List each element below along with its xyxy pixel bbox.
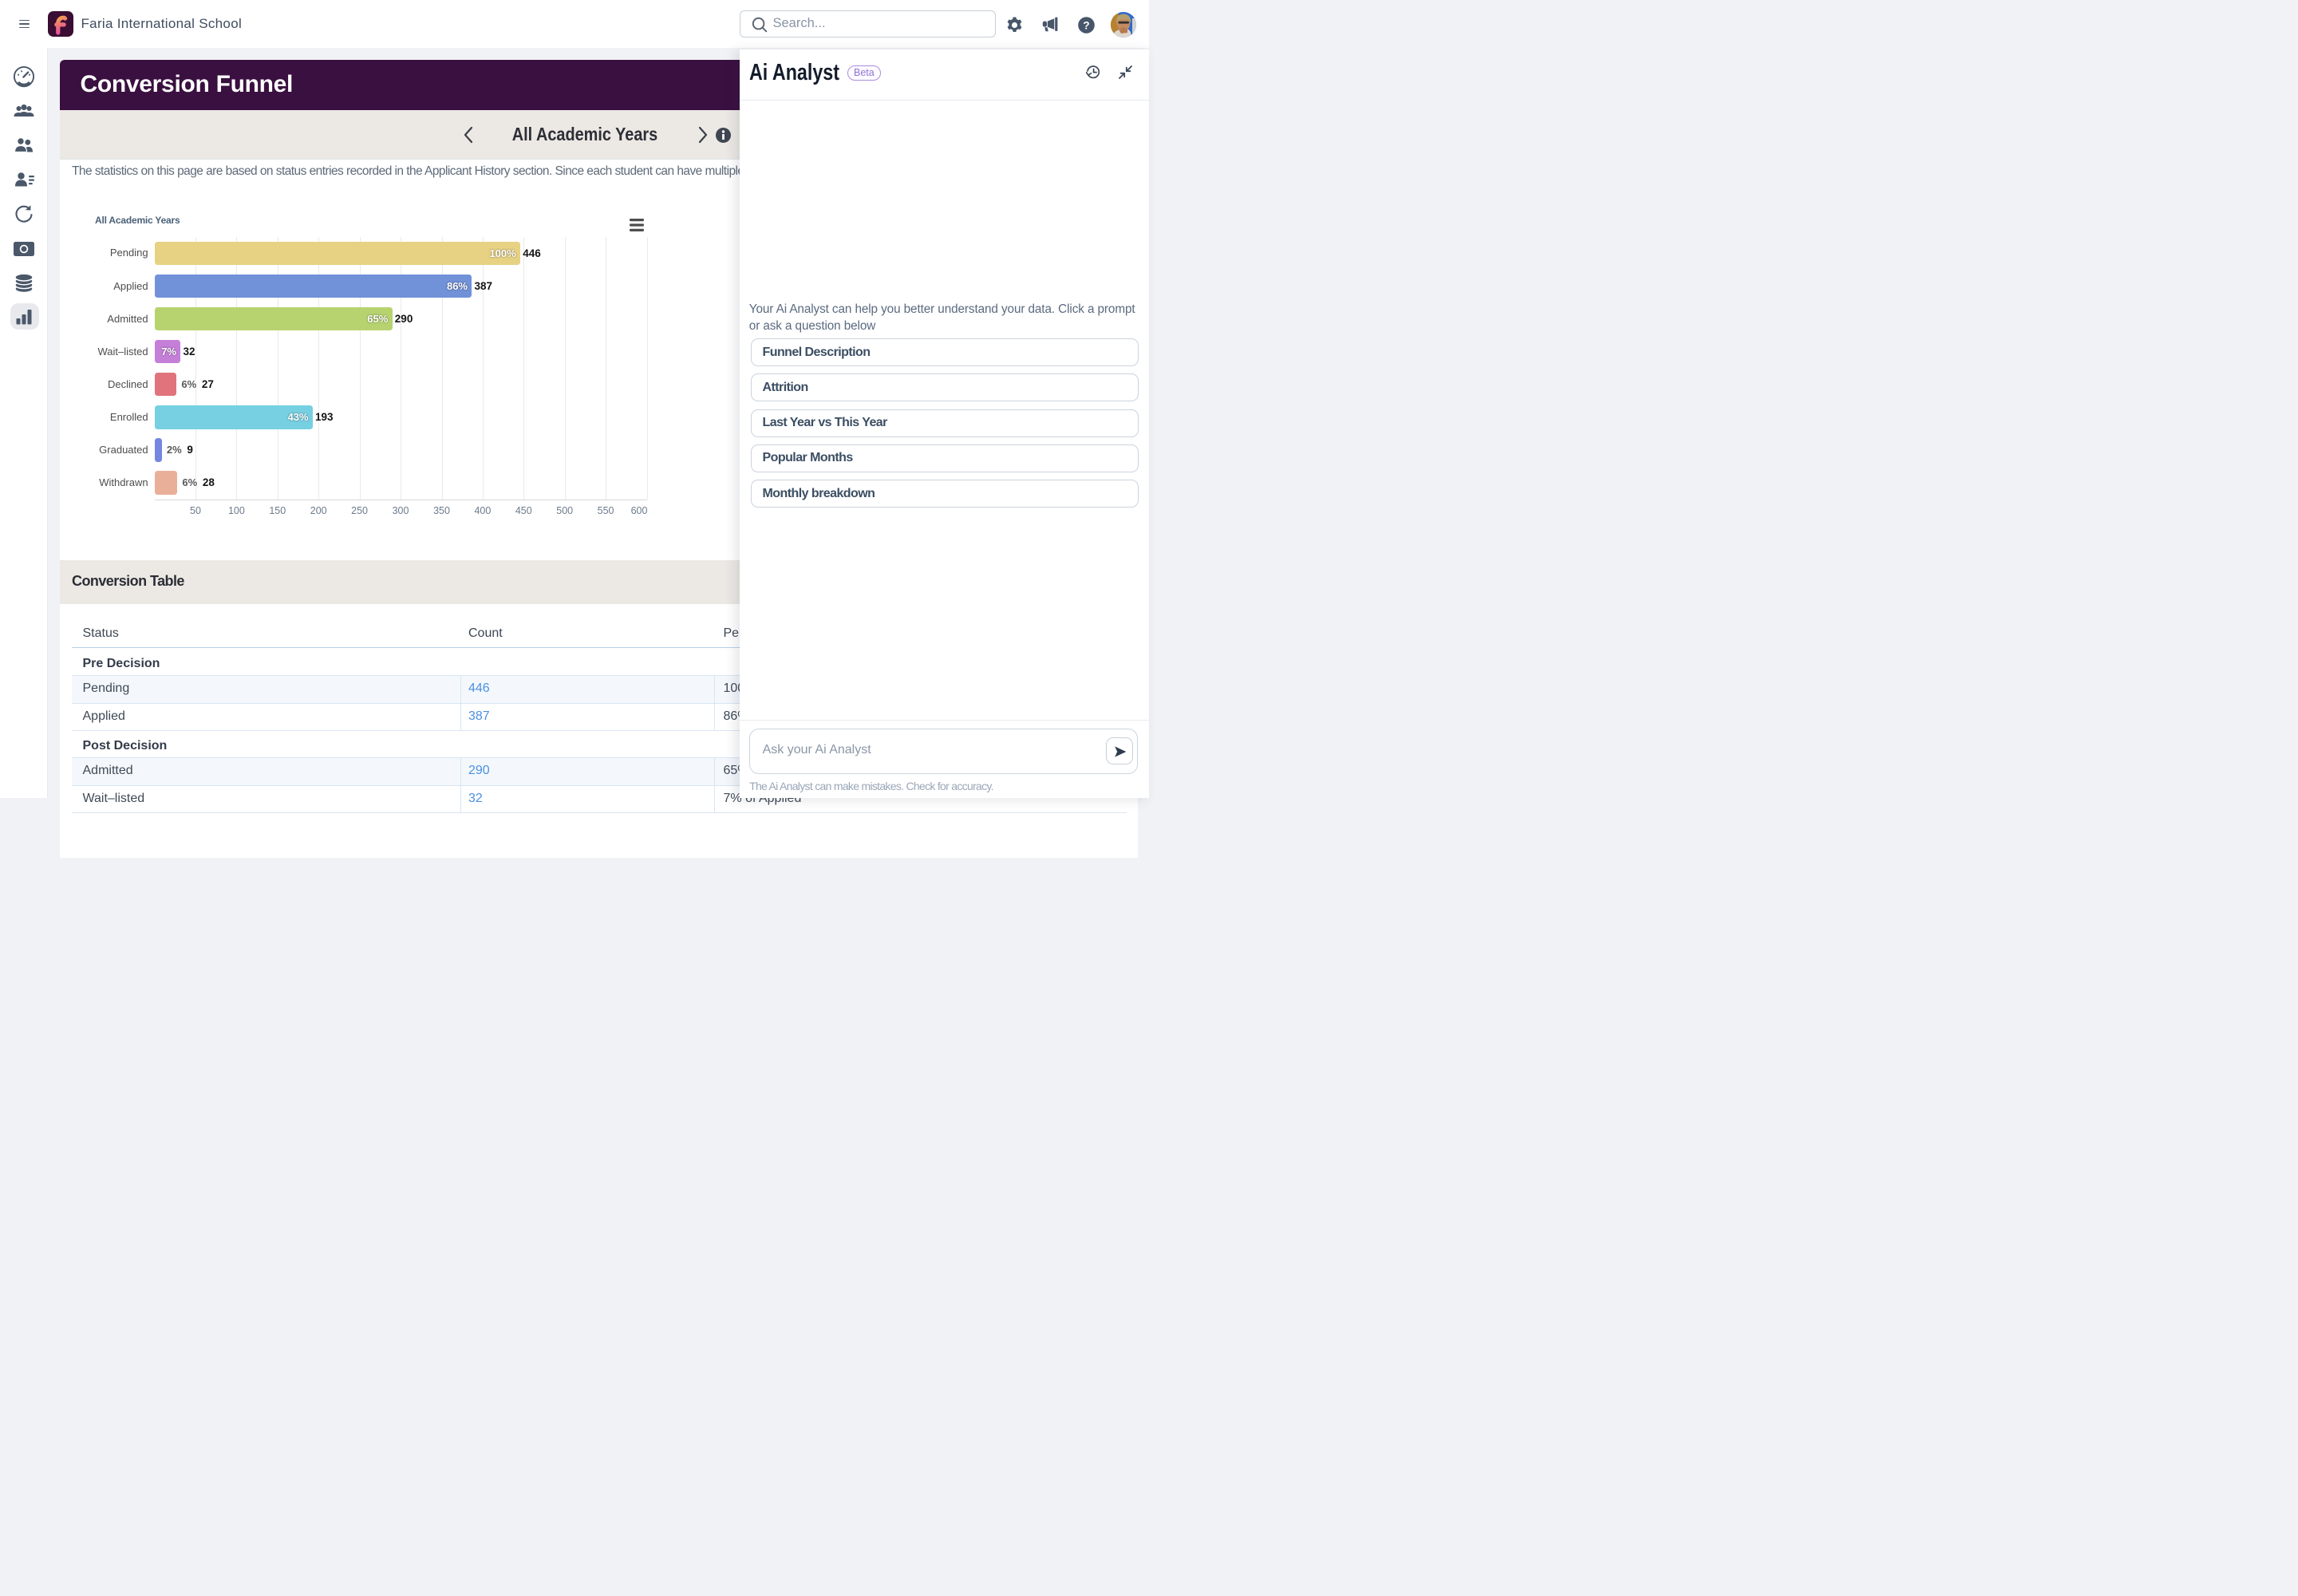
svg-text:?: ? bbox=[1083, 19, 1089, 31]
